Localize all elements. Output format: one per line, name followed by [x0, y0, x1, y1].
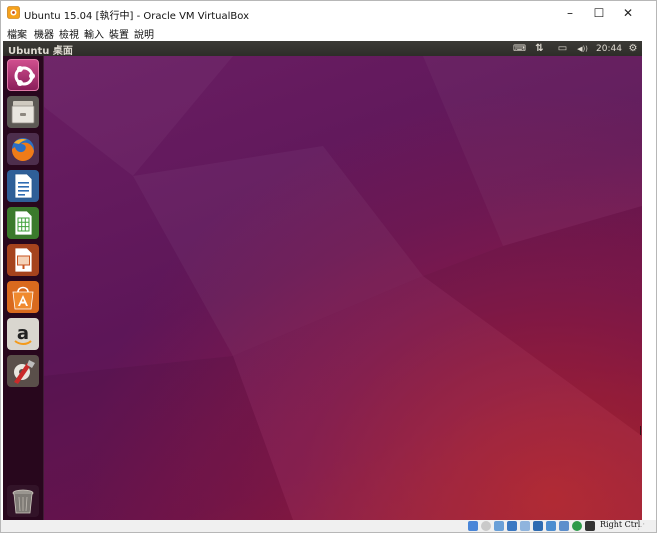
close-button[interactable]: ✕ — [613, 1, 643, 24]
settings-gear-icon[interactable]: ⚙ — [626, 41, 640, 56]
maximize-button[interactable]: ☐ — [584, 1, 614, 24]
desktop-wallpaper[interactable] — [43, 56, 642, 520]
firefox-button[interactable] — [7, 133, 39, 165]
clock[interactable]: 20:44 — [594, 41, 624, 56]
menu-devices[interactable]: 裝置 — [109, 26, 129, 41]
software-center-button[interactable] — [7, 281, 39, 313]
audio-icon[interactable] — [494, 521, 504, 531]
ubuntu-dash-icon — [14, 66, 35, 86]
network-icon[interactable]: ⇅ — [532, 41, 547, 56]
usb-icon[interactable] — [520, 521, 530, 531]
virtualbox-app-icon[interactable] — [7, 6, 20, 19]
minimize-button[interactable]: – — [555, 1, 585, 24]
menu-bar: 檔案 機器 檢視 輸入 裝置 說明 — [1, 26, 656, 41]
title-bar: Ubuntu 15.04 [執行中] - Oracle VM VirtualBo… — [1, 1, 656, 24]
hard-disk-icon[interactable] — [468, 521, 478, 531]
volume-icon[interactable]: ◀)) — [573, 41, 592, 56]
host-key-label: Right Ctrl — [600, 520, 641, 529]
amazon-button[interactable]: a — [7, 318, 39, 350]
guest-screen[interactable]: Ubuntu 桌面 ⌨ ⇅ ▭ ◀)) 20:44 ⚙ a — [3, 41, 642, 520]
calc-icon — [14, 210, 33, 236]
wallpaper-pattern — [43, 56, 642, 520]
virtualization-icon[interactable] — [572, 521, 582, 531]
software-center-icon — [12, 286, 34, 310]
files-button[interactable] — [7, 96, 39, 128]
libreoffice-writer-button[interactable] — [7, 170, 39, 202]
system-settings-button[interactable] — [7, 355, 39, 387]
amazon-icon: a — [14, 323, 32, 345]
system-settings-icon — [14, 360, 35, 384]
menu-file[interactable]: 檔案 — [7, 26, 27, 41]
virtualbox-window: Ubuntu 15.04 [執行中] - Oracle VM VirtualBo… — [0, 0, 657, 533]
optical-drive-icon[interactable] — [481, 521, 491, 531]
menu-machine[interactable]: 機器 — [34, 26, 54, 41]
ubuntu-dash-button[interactable] — [7, 59, 39, 91]
network-adapter-icon[interactable] — [507, 521, 517, 531]
unity-launcher: a — [3, 56, 44, 520]
trash-button[interactable] — [7, 485, 39, 517]
trash-icon — [12, 489, 34, 514]
firefox-icon — [11, 138, 34, 162]
files-icon — [11, 101, 35, 124]
window-title: Ubuntu 15.04 [執行中] - Oracle VM VirtualBo… — [24, 11, 249, 22]
keyboard-icon[interactable]: ⌨ — [512, 41, 527, 56]
amazon-letter: a — [17, 323, 29, 344]
status-bar: Right Ctrl ⋰ — [1, 520, 656, 532]
writer-icon — [14, 173, 33, 199]
battery-icon[interactable]: ▭ — [554, 41, 571, 56]
menu-help[interactable]: 說明 — [134, 26, 154, 41]
scroll-indicator: | — [639, 426, 643, 436]
menu-view[interactable]: 檢視 — [59, 26, 79, 41]
impress-icon — [14, 247, 33, 273]
menu-input[interactable]: 輸入 — [84, 26, 104, 41]
shared-folders-icon[interactable] — [533, 521, 543, 531]
desktop-label: Ubuntu 桌面 — [8, 46, 73, 57]
mouse-integration-icon[interactable] — [585, 521, 595, 531]
libreoffice-impress-button[interactable] — [7, 244, 39, 276]
display-icon[interactable] — [546, 521, 556, 531]
recording-icon[interactable] — [559, 521, 569, 531]
libreoffice-calc-button[interactable] — [7, 207, 39, 239]
resize-grip-icon[interactable]: ⋰ — [637, 522, 647, 531]
ubuntu-top-panel: Ubuntu 桌面 ⌨ ⇅ ▭ ◀)) 20:44 ⚙ — [3, 41, 642, 57]
